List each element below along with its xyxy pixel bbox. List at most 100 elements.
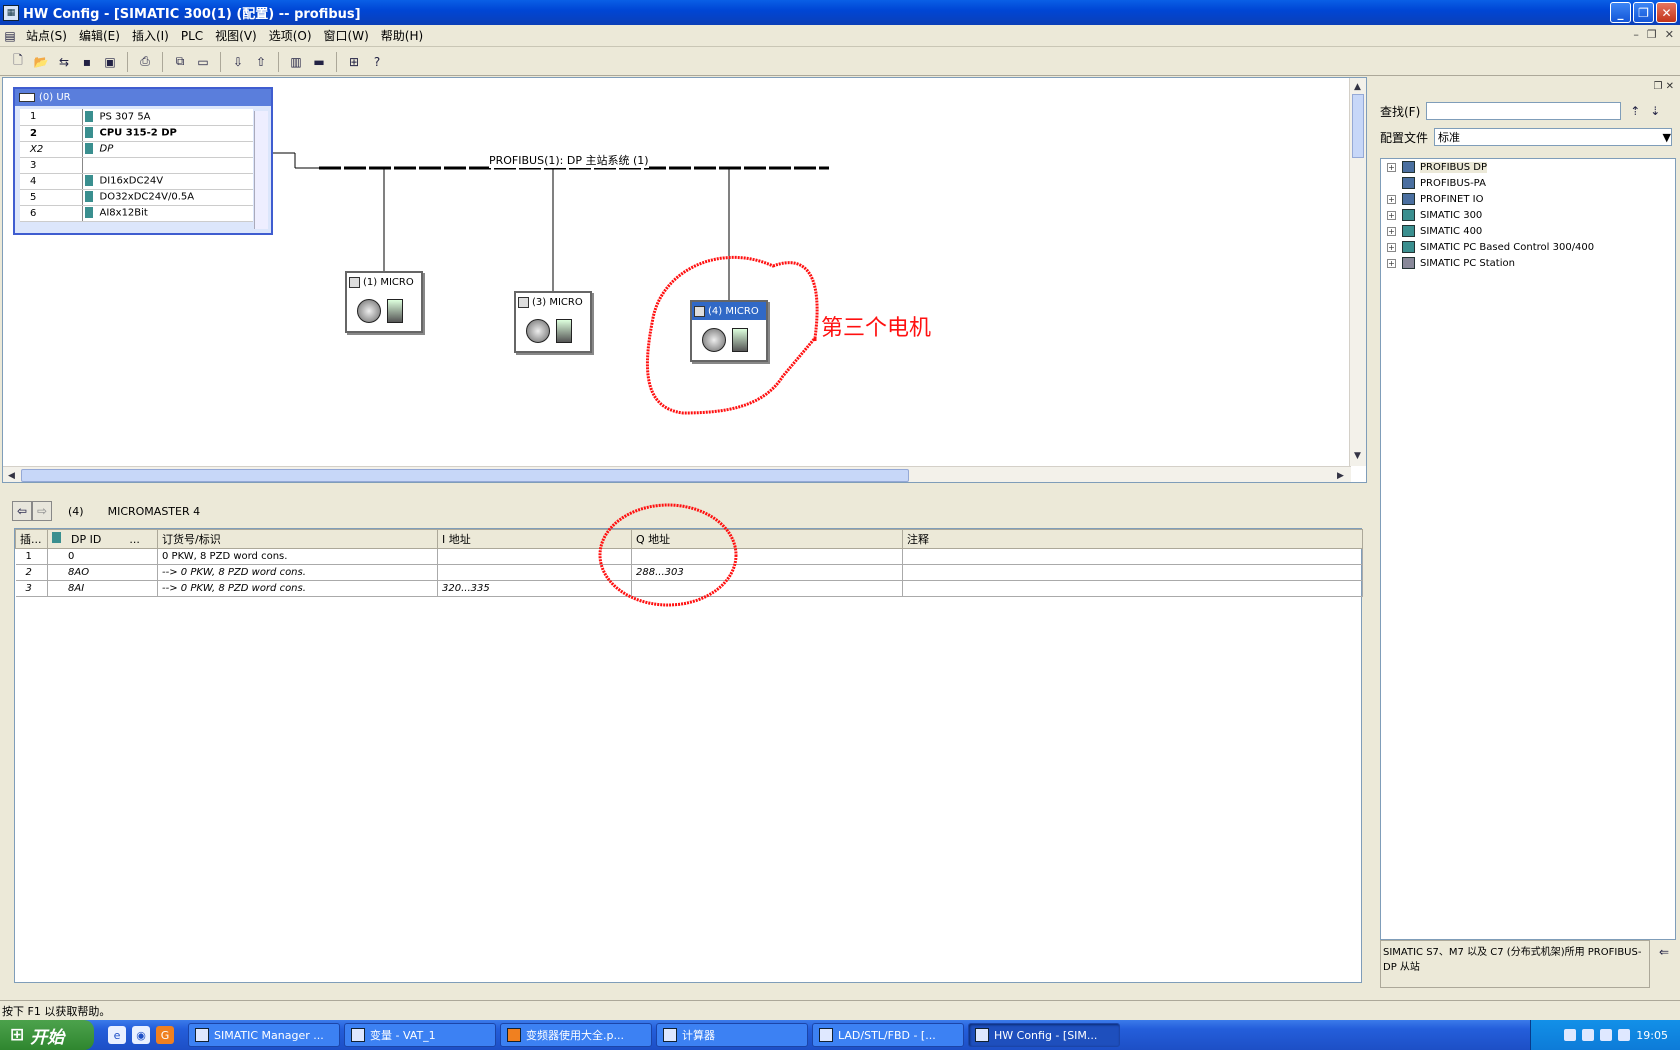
menu-view[interactable]: 视图(V) bbox=[209, 27, 263, 44]
cell-comment[interactable] bbox=[902, 580, 1363, 597]
expand-icon[interactable]: + bbox=[1387, 194, 1396, 204]
task-lad-stl-fbd[interactable]: LAD/STL/FBD - [... bbox=[812, 1023, 964, 1047]
scroll-right-icon[interactable]: ▶ bbox=[1333, 468, 1348, 482]
expand-icon[interactable]: + bbox=[1387, 210, 1396, 220]
rack-row[interactable]: 6 AI8x12Bit bbox=[20, 205, 253, 222]
hwconfig-app-icon[interactable]: ▦ bbox=[3, 4, 19, 21]
rack-slot: X2 bbox=[20, 141, 83, 158]
rack-row[interactable]: 5 DO32xDC24V/0.5A bbox=[20, 189, 253, 206]
network-vertical-scrollbar[interactable]: ▲ ▼ bbox=[1349, 78, 1366, 466]
restore-button[interactable]: ❐ bbox=[1633, 2, 1654, 23]
ie-icon[interactable]: e bbox=[108, 1026, 126, 1044]
node-label: (4) MICRO bbox=[708, 305, 759, 317]
mdi-restore-icon[interactable]: ❐ bbox=[1647, 28, 1657, 41]
back-arrow-icon[interactable]: ⇦ bbox=[12, 501, 32, 521]
rack-scrollbar[interactable] bbox=[254, 111, 268, 229]
rack-row[interactable]: 4 DI16xDC24V bbox=[20, 173, 253, 190]
rack-row[interactable]: 2 CPU 315-2 DP bbox=[20, 125, 253, 142]
menu-options[interactable]: 选项(O) bbox=[263, 27, 318, 44]
volume-icon[interactable] bbox=[1618, 1029, 1631, 1041]
scroll-thumb[interactable] bbox=[1352, 94, 1364, 158]
menu-plc[interactable]: PLC bbox=[175, 29, 209, 43]
minimize-button[interactable]: _ bbox=[1610, 2, 1631, 23]
arrow-icon[interactable] bbox=[1582, 1029, 1595, 1041]
rack-icon bbox=[1402, 241, 1415, 253]
window-arrange-icon[interactable]: ▬ bbox=[309, 52, 329, 72]
task-simatic-manager[interactable]: SIMATIC Manager ... bbox=[188, 1023, 340, 1047]
find-input[interactable] bbox=[1426, 102, 1622, 120]
expand-icon[interactable]: + bbox=[1387, 226, 1396, 236]
save-icon[interactable]: ▪ bbox=[77, 52, 97, 72]
col-header-order[interactable]: 订货号/标识 bbox=[157, 529, 438, 549]
dp-slave-node-4[interactable]: (4) MICRO bbox=[690, 300, 768, 362]
copy-icon[interactable]: ⧉ bbox=[170, 52, 190, 72]
menu-window[interactable]: 窗口(W) bbox=[318, 27, 375, 44]
catalog-restore-icon[interactable]: ❐ bbox=[1653, 81, 1662, 92]
expand-icon[interactable]: + bbox=[1387, 258, 1396, 268]
menu-station[interactable]: 站点(S) bbox=[20, 27, 73, 44]
scroll-down-icon[interactable]: ▼ bbox=[1350, 448, 1365, 463]
rack-row[interactable]: 1 PS 307 5A bbox=[20, 109, 253, 126]
expand-icon[interactable]: + bbox=[1387, 162, 1396, 172]
dp-slave-node-3[interactable]: (3) MICRO bbox=[514, 291, 592, 353]
task-vat[interactable]: 变量 - VAT_1 bbox=[344, 1023, 496, 1047]
download-icon[interactable]: ⇩ bbox=[228, 52, 248, 72]
tree-item-simatic-400[interactable]: + SIMATIC 400 bbox=[1381, 223, 1675, 239]
rack-ur[interactable]: (0) UR 1 PS 307 5A 2 CPU 315-2 DP X2 DP 3 4… bbox=[13, 87, 273, 235]
configure-network-icon[interactable]: ⊞ bbox=[344, 52, 364, 72]
cell-comment[interactable] bbox=[902, 548, 1363, 565]
print-icon[interactable]: ⎙ bbox=[135, 52, 155, 72]
rack-row[interactable]: 3 bbox=[20, 157, 253, 174]
start-button[interactable]: ⊞ 开始 bbox=[0, 1020, 94, 1050]
mdi-minimize-icon[interactable]: – bbox=[1633, 28, 1639, 41]
expand-icon[interactable]: + bbox=[1387, 242, 1396, 252]
chevron-down-icon[interactable]: ▼ bbox=[1663, 131, 1671, 144]
app-g-icon[interactable]: G bbox=[156, 1026, 174, 1044]
keyboard-icon[interactable] bbox=[1564, 1029, 1577, 1041]
task-calculator[interactable]: 计算器 bbox=[656, 1023, 808, 1047]
open-icon[interactable]: 📂 bbox=[31, 52, 51, 72]
rack-module: DI16xDC24V bbox=[99, 175, 164, 187]
mdi-close-icon[interactable]: ✕ bbox=[1665, 28, 1674, 41]
network-icon[interactable]: ⇆ bbox=[54, 52, 74, 72]
col-header-slot[interactable]: 插... bbox=[15, 529, 48, 549]
mdi-doc-icon[interactable]: ▤ bbox=[0, 26, 20, 46]
browser-icon[interactable]: ◉ bbox=[132, 1026, 150, 1044]
network-tray-icon[interactable] bbox=[1600, 1029, 1613, 1041]
scroll-left-icon[interactable]: ◀ bbox=[4, 468, 19, 482]
scroll-up-icon[interactable]: ▲ bbox=[1350, 79, 1365, 94]
paste-icon[interactable]: ▭ bbox=[193, 52, 213, 72]
upload-icon[interactable]: ⇧ bbox=[251, 52, 271, 72]
save-compile-icon[interactable]: ▣ bbox=[100, 52, 120, 72]
profile-select[interactable]: 标准 ▼ bbox=[1434, 128, 1673, 146]
task-pdf-document[interactable]: 变频器使用大全.p... bbox=[500, 1023, 652, 1047]
close-button[interactable]: ✕ bbox=[1656, 2, 1677, 23]
catalog-toggle-icon[interactable]: ▥ bbox=[286, 52, 306, 72]
network-horizontal-scrollbar[interactable]: ◀ ▶ bbox=[3, 466, 1351, 482]
help-pointer-icon[interactable]: ? bbox=[367, 52, 387, 72]
tree-item-profibus-dp[interactable]: + PROFIBUS DP bbox=[1381, 159, 1675, 175]
dp-slave-node-1[interactable]: (1) MICRO bbox=[345, 271, 423, 333]
find-up-icon[interactable]: ⇡ bbox=[1625, 101, 1645, 121]
col-header-comment[interactable]: 注释 bbox=[902, 529, 1363, 549]
scroll-thumb[interactable] bbox=[21, 469, 909, 482]
tree-item-simatic-300[interactable]: + SIMATIC 300 bbox=[1381, 207, 1675, 223]
tree-item-profibus-pa[interactable]: PROFIBUS-PA bbox=[1381, 175, 1675, 191]
profibus-bus-label[interactable]: PROFIBUS(1): DP 主站系统 (1) bbox=[489, 152, 649, 168]
cell-comment[interactable] bbox=[902, 564, 1363, 581]
tree-item-pc-station[interactable]: + SIMATIC PC Station bbox=[1381, 255, 1675, 271]
tree-item-pc-based-control[interactable]: + SIMATIC PC Based Control 300/400 bbox=[1381, 239, 1675, 255]
tree-item-profinet-io[interactable]: + PROFINET IO bbox=[1381, 191, 1675, 207]
menu-edit[interactable]: 编辑(E) bbox=[73, 27, 126, 44]
menu-help[interactable]: 帮助(H) bbox=[375, 27, 429, 44]
description-toggle-icon[interactable]: ⇐ bbox=[1654, 942, 1674, 962]
new-icon[interactable]: 🗋 bbox=[8, 52, 28, 72]
col-header-dpid[interactable]: DP ID... bbox=[47, 529, 158, 549]
task-hw-config[interactable]: HW Config - [SIM... bbox=[968, 1023, 1120, 1047]
forward-arrow-icon[interactable]: ⇨ bbox=[32, 501, 52, 521]
clock[interactable]: 19:05 bbox=[1636, 1029, 1668, 1042]
menu-insert[interactable]: 插入(I) bbox=[126, 27, 175, 44]
rack-row[interactable]: X2 DP bbox=[20, 141, 253, 158]
find-down-icon[interactable]: ⇣ bbox=[1645, 101, 1665, 121]
catalog-close-icon[interactable]: ✕ bbox=[1666, 81, 1674, 92]
